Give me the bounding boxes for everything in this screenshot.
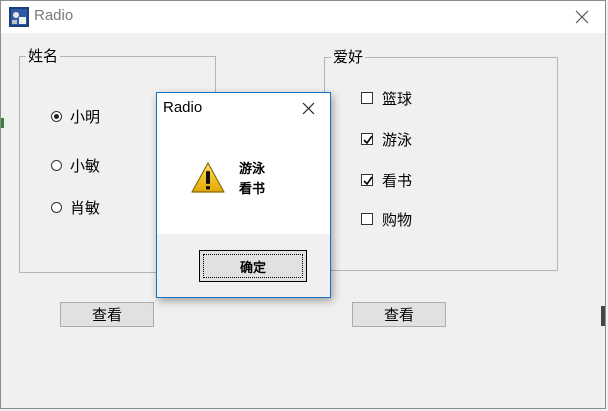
radio-xiaoming[interactable]: 小明 (51, 106, 100, 126)
title-bar[interactable]: Radio (1, 1, 605, 33)
ok-button[interactable]: 确定 (199, 250, 307, 282)
close-icon (302, 102, 314, 114)
radio-button[interactable] (51, 159, 62, 171)
checkbox[interactable] (361, 213, 373, 225)
checkbox-reading[interactable]: 看书 (361, 170, 412, 190)
hobby-groupbox: 爱好 (324, 47, 558, 271)
close-icon (575, 10, 589, 24)
warning-icon (191, 162, 225, 193)
checkbox-label: 篮球 (382, 89, 413, 108)
checkbox-label: 游泳 (382, 130, 413, 149)
message-dialog: Radio 游泳 看书 确定 (156, 92, 331, 298)
checkbox-swimming[interactable]: 游泳 (361, 129, 412, 149)
edge-marker (601, 306, 605, 326)
checkbox-checked[interactable] (361, 174, 373, 186)
view-hobby-button[interactable]: 查看 (352, 302, 446, 327)
radio-button-checked[interactable] (51, 110, 62, 122)
radio-xiaomin[interactable]: 小敏 (51, 155, 100, 175)
dialog-title: Radio (163, 99, 203, 116)
radio-label: 肖敏 (70, 198, 101, 217)
name-group-legend: 姓名 (26, 46, 61, 66)
view-name-button[interactable]: 查看 (60, 302, 154, 327)
checkbox-shopping[interactable]: 购物 (361, 209, 412, 229)
hobby-group-legend: 爱好 (331, 47, 366, 67)
radio-label: 小明 (70, 107, 101, 126)
radio-xiaomin2[interactable]: 肖敏 (51, 197, 100, 217)
window-close-button[interactable] (559, 1, 605, 33)
window-title: Radio (34, 7, 74, 24)
dialog-message-line: 游泳 (239, 162, 266, 177)
dialog-message-line: 看书 (239, 182, 266, 197)
dialog-close-button[interactable] (286, 93, 330, 123)
radio-label: 小敏 (70, 156, 101, 175)
checkbox[interactable] (361, 92, 373, 104)
checkmark-icon (363, 135, 373, 145)
app-icon (9, 7, 29, 27)
checkbox-basketball[interactable]: 篮球 (361, 88, 412, 108)
ok-button-label: 确定 (239, 260, 266, 276)
radio-button[interactable] (51, 201, 62, 213)
checkbox-checked[interactable] (361, 133, 373, 145)
dialog-body: 游泳 看书 (157, 123, 330, 234)
checkbox-label: 购物 (382, 210, 413, 229)
dialog-footer: 确定 (157, 234, 330, 297)
checkmark-icon (363, 176, 373, 186)
edge-marker (1, 118, 4, 128)
dialog-title-bar[interactable]: Radio (157, 93, 330, 123)
checkbox-label: 看书 (382, 171, 413, 190)
